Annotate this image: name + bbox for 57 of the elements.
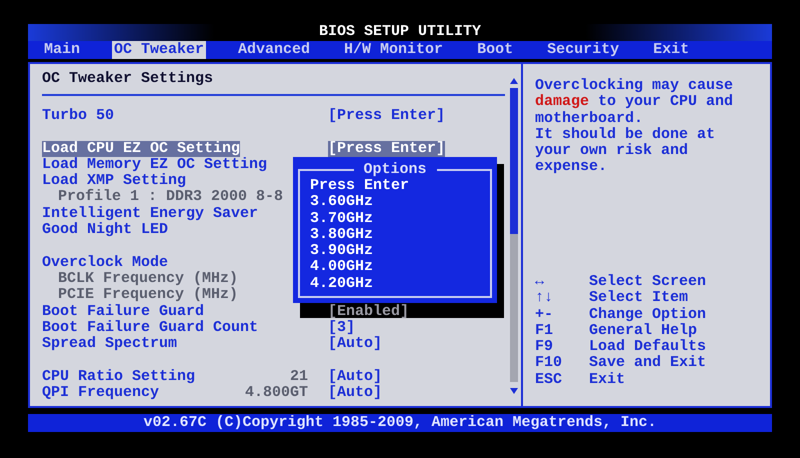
setting-label[interactable]: Load Memory EZ OC Setting bbox=[42, 156, 268, 174]
popup-option[interactable]: 4.20GHz bbox=[310, 276, 374, 292]
setting-label[interactable]: QPI Frequency bbox=[42, 385, 160, 402]
setting-value[interactable]: [Press Enter] bbox=[328, 108, 446, 124]
key-action: Select Item bbox=[589, 290, 688, 307]
popup-title: Options bbox=[364, 162, 427, 178]
setting-label[interactable]: Load XMP Setting bbox=[42, 173, 186, 190]
setting-value[interactable]: [Enabled] bbox=[328, 304, 410, 320]
setting-label[interactable]: CPU Ratio Setting bbox=[42, 368, 196, 386]
key-action: Exit bbox=[589, 372, 626, 388]
key-label: F9 bbox=[535, 339, 554, 356]
setting-label[interactable]: Turbo 50 bbox=[42, 108, 114, 124]
setting-label[interactable]: PCIE Frequency (MHz) bbox=[58, 287, 238, 304]
key-label: F10 bbox=[535, 355, 564, 372]
popup-option[interactable]: 3.70GHz bbox=[310, 210, 374, 227]
setting-value[interactable]: [Press Enter] bbox=[328, 140, 446, 157]
popup-option[interactable]: 3.60GHz bbox=[310, 194, 374, 211]
popup-option[interactable]: Press Enter bbox=[310, 178, 410, 194]
menu-tab[interactable]: H/W Monitor bbox=[342, 41, 446, 59]
setting-value[interactable]: [Auto] bbox=[328, 336, 382, 352]
setting-value[interactable]: [Auto] bbox=[328, 368, 382, 386]
setting-label[interactable]: Boot Failure Guard bbox=[42, 304, 204, 320]
menu-tab[interactable]: Security bbox=[545, 41, 622, 59]
copyright-text: v02.67C (C)Copyright 1985-2009, American Megatrends, Inc. bbox=[143, 414, 657, 432]
menu-tab[interactable]: Advanced bbox=[236, 41, 312, 59]
window-title: BIOS SETUP UTILITY bbox=[318, 24, 482, 41]
setting-label[interactable]: Spread Spectrum bbox=[42, 336, 178, 352]
key-action: Save and Exit bbox=[589, 355, 706, 372]
setting-label[interactable]: Overclock Mode bbox=[42, 254, 168, 271]
setting-label[interactable]: Intelligent Energy Saver bbox=[42, 206, 258, 222]
key-action: Change Option bbox=[589, 306, 706, 323]
key-label: F1 bbox=[535, 322, 554, 340]
setting-label[interactable]: Load CPU EZ OC Setting bbox=[42, 140, 240, 157]
menu-tab[interactable]: Main bbox=[42, 41, 82, 59]
setting-reading: 4.800GT bbox=[244, 385, 308, 402]
setting-label[interactable]: Boot Failure Guard Count bbox=[42, 320, 258, 336]
menu-tab[interactable]: OC Tweaker bbox=[112, 41, 206, 59]
key-label: ESC bbox=[535, 372, 564, 388]
menu-tab[interactable]: Exit bbox=[651, 41, 692, 59]
key-label: +- bbox=[535, 306, 554, 323]
setting-value[interactable]: [Auto] bbox=[328, 385, 382, 402]
help-text: Overclocking may cause damage to your CPU and motherboard. It should be done at your own risk and expense. bbox=[535, 78, 734, 176]
popup-option[interactable]: 3.90GHz bbox=[310, 243, 374, 260]
section-title: OC Tweaker Settings bbox=[42, 70, 214, 88]
setting-label[interactable]: BCLK Frequency (MHz) bbox=[58, 270, 238, 288]
setting-label[interactable]: Good Night LED bbox=[42, 222, 168, 238]
popup-option[interactable]: 3.80GHz bbox=[310, 226, 374, 244]
key-action: Select Screen bbox=[589, 274, 706, 290]
key-label: ↑↓ bbox=[535, 290, 554, 307]
key-action: General Help bbox=[589, 322, 698, 339]
menu-tab[interactable]: Boot bbox=[475, 41, 516, 59]
setting-value[interactable]: [3] bbox=[328, 320, 356, 336]
setting-label[interactable]: Profile 1 : DDR3 2000 8-8 bbox=[58, 189, 284, 206]
key-label: ↔ bbox=[535, 274, 546, 290]
key-action: Load Defaults bbox=[589, 339, 706, 356]
popup-option[interactable]: 4.00GHz bbox=[310, 259, 374, 276]
setting-reading: 21 bbox=[290, 368, 308, 386]
